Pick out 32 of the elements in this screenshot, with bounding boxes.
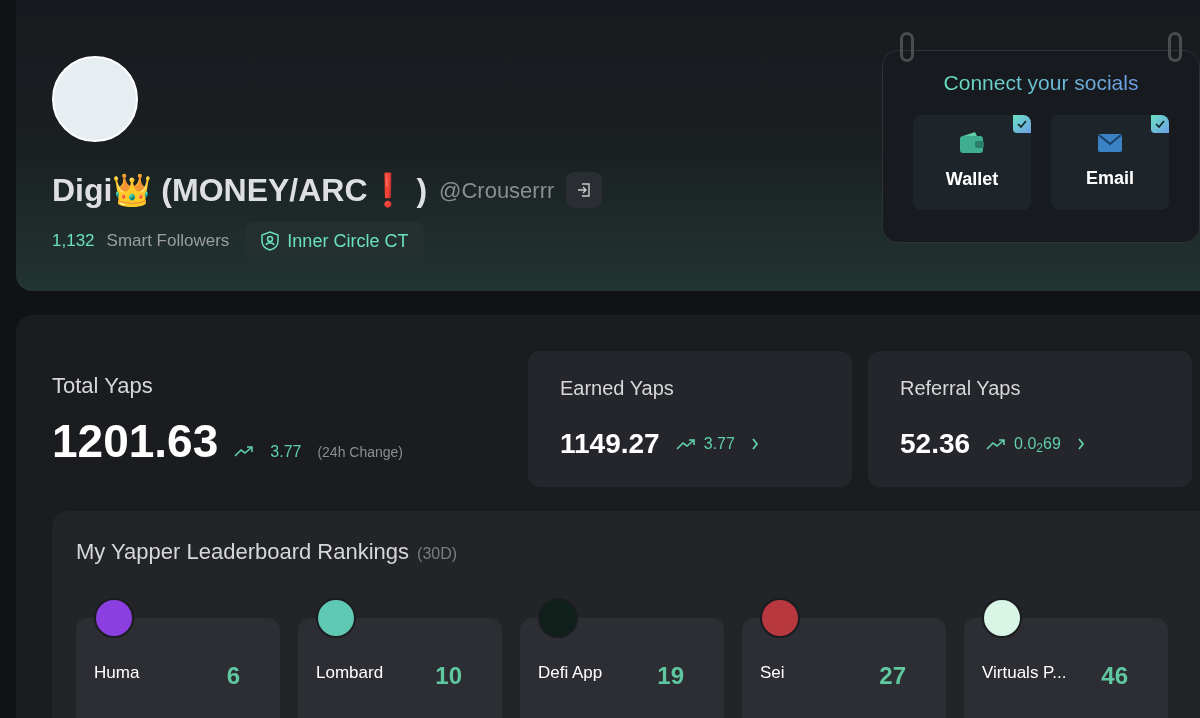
sign-in-button[interactable]: [566, 172, 603, 208]
shield-user-icon: [261, 231, 280, 251]
social-connect-button[interactable]: Email: [1051, 114, 1169, 210]
ring-icon: [900, 32, 914, 62]
yaps-stat-card[interactable]: Earned Yaps 1149.27 3.77: [528, 351, 852, 487]
leaderboard-project-card[interactable]: Defi App 19: [520, 618, 724, 718]
social-connect-button[interactable]: Wallet: [913, 114, 1031, 210]
trend-up-icon: [234, 445, 255, 457]
chevron-right-icon: [750, 438, 759, 450]
sign-in-icon: [576, 182, 593, 198]
trend-up-icon: [675, 438, 696, 450]
followers-label: Smart Followers: [106, 230, 230, 253]
inner-circle-label: Inner Circle CT: [287, 229, 409, 253]
profile-handle: @Crouserrr: [439, 176, 555, 205]
followers-count: 1,132: [52, 230, 95, 253]
total-change: 3.77: [270, 442, 302, 462]
chevron-right-icon: [1076, 438, 1085, 450]
leaderboard-period: (30D): [417, 544, 458, 564]
profile-name: Digi👑 (MONEY/ARC❗ ): [52, 171, 428, 210]
ring-icon: [1168, 32, 1182, 62]
leaderboard-project-card[interactable]: Lombard 10: [298, 618, 502, 718]
yaps-stat-card[interactable]: Referral Yaps 52.36 0.0$_{2}$69: [868, 351, 1192, 487]
leaderboard-title: My Yapper Leaderboard Rankings: [76, 538, 410, 566]
total-yaps-value: 1201.63: [52, 418, 219, 464]
total-yaps-label: Total Yaps: [52, 372, 154, 400]
leaderboard-project-card[interactable]: Virtuals P... 46: [964, 618, 1168, 718]
wallet-icon: [959, 131, 985, 154]
leaderboard-project-card[interactable]: Huma 6: [76, 618, 280, 718]
trend-up-icon: [986, 438, 1007, 450]
change-period: (24h Change): [317, 443, 404, 462]
leaderboard-project-card[interactable]: Sei 27: [742, 618, 946, 718]
envelope-icon: [1097, 132, 1123, 153]
